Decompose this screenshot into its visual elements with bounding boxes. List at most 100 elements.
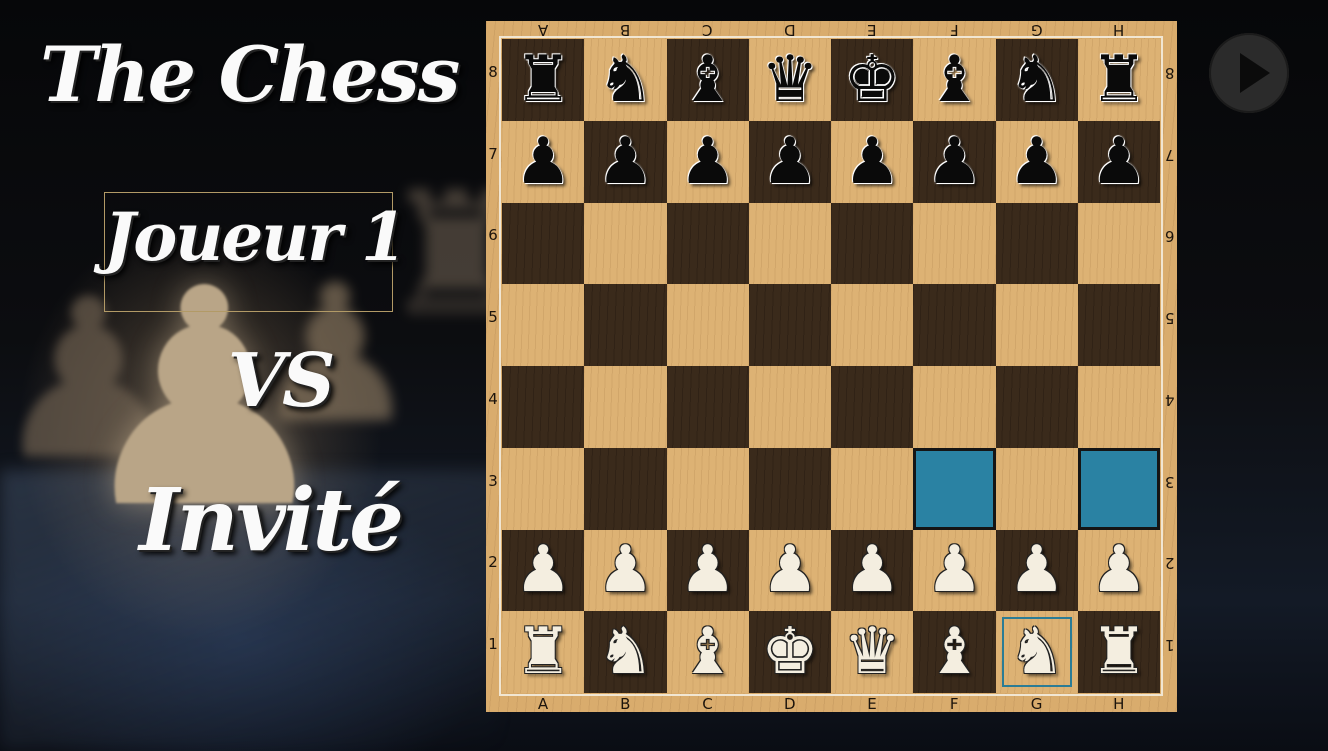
square-h3[interactable] <box>1077 447 1160 530</box>
square-g8[interactable]: ♞ <box>995 39 1078 121</box>
square-a5[interactable] <box>502 284 585 366</box>
square-b8[interactable]: ♞ <box>584 39 667 121</box>
square-e1[interactable]: ♛ <box>831 611 914 693</box>
square-f5[interactable] <box>913 284 996 366</box>
white-knight-icon[interactable]: ♞ <box>1008 620 1065 684</box>
black-rook-icon[interactable]: ♜ <box>1090 48 1147 112</box>
square-a7[interactable]: ♟ <box>502 120 585 203</box>
square-h6[interactable] <box>1077 202 1160 285</box>
black-pawn-icon[interactable]: ♟ <box>1090 130 1147 194</box>
white-pawn-icon[interactable]: ♟ <box>1008 538 1065 602</box>
black-knight-icon[interactable]: ♞ <box>597 48 654 112</box>
square-b5[interactable] <box>584 284 667 366</box>
white-bishop-icon[interactable]: ♝ <box>926 620 983 684</box>
square-f8[interactable]: ♝ <box>913 39 996 121</box>
square-b2[interactable]: ♟ <box>584 529 667 612</box>
square-d1[interactable]: ♚ <box>748 611 831 693</box>
white-pawn-icon[interactable]: ♟ <box>514 538 571 602</box>
square-d2[interactable]: ♟ <box>748 529 831 612</box>
white-bishop-icon[interactable]: ♝ <box>679 620 736 684</box>
square-b6[interactable] <box>584 202 667 285</box>
square-a1[interactable]: ♜ <box>502 611 585 693</box>
square-g2[interactable]: ♟ <box>995 529 1078 612</box>
square-e4[interactable] <box>831 366 914 448</box>
square-h2[interactable]: ♟ <box>1077 529 1160 612</box>
square-b7[interactable]: ♟ <box>584 120 667 203</box>
square-b1[interactable]: ♞ <box>584 611 667 693</box>
square-c4[interactable] <box>666 366 749 448</box>
black-pawn-icon[interactable]: ♟ <box>514 130 571 194</box>
square-h1[interactable]: ♜ <box>1077 611 1160 693</box>
square-c2[interactable]: ♟ <box>666 529 749 612</box>
square-a6[interactable] <box>502 202 585 285</box>
square-a4[interactable] <box>502 366 585 448</box>
square-g3[interactable] <box>995 447 1078 530</box>
square-e7[interactable]: ♟ <box>831 120 914 203</box>
square-f6[interactable] <box>913 202 996 285</box>
white-queen-icon[interactable]: ♛ <box>843 620 900 684</box>
white-pawn-icon[interactable]: ♟ <box>843 538 900 602</box>
white-pawn-icon[interactable]: ♟ <box>926 538 983 602</box>
square-d3[interactable] <box>748 447 831 530</box>
square-c8[interactable]: ♝ <box>666 39 749 121</box>
square-g4[interactable] <box>995 366 1078 448</box>
chess-board[interactable]: ♜ ♞ ♝ ♛ ♚ ♝ ♞ ♜ ♟ ♟ ♟ ♟ ♟ ♟ ♟ ♟ ♟ ♟ ♟ ♟ ♟ ♟ ♟ ♟ ♜ ♞ ♝ ♚ ♛ ♝ ♞ ♜ <box>502 39 1160 693</box>
square-c1[interactable]: ♝ <box>666 611 749 693</box>
square-d4[interactable] <box>748 366 831 448</box>
white-pawn-icon[interactable]: ♟ <box>597 538 654 602</box>
black-knight-icon[interactable]: ♞ <box>1008 48 1065 112</box>
square-g7[interactable]: ♟ <box>995 120 1078 203</box>
square-h5[interactable] <box>1077 284 1160 366</box>
square-d5[interactable] <box>748 284 831 366</box>
square-h8[interactable]: ♜ <box>1077 39 1160 121</box>
white-king-icon[interactable]: ♚ <box>761 620 818 684</box>
white-pawn-icon[interactable]: ♟ <box>679 538 736 602</box>
white-knight-icon[interactable]: ♞ <box>597 620 654 684</box>
square-f2[interactable]: ♟ <box>913 529 996 612</box>
square-c3[interactable] <box>666 447 749 530</box>
black-pawn-icon[interactable]: ♟ <box>843 130 900 194</box>
square-h7[interactable]: ♟ <box>1077 120 1160 203</box>
square-e8[interactable]: ♚ <box>831 39 914 121</box>
square-f4[interactable] <box>913 366 996 448</box>
square-e6[interactable] <box>831 202 914 285</box>
square-a2[interactable]: ♟ <box>502 529 585 612</box>
rank-label: 1 <box>1165 636 1175 655</box>
square-f3[interactable] <box>913 447 996 530</box>
white-rook-icon[interactable]: ♜ <box>514 620 571 684</box>
square-d6[interactable] <box>748 202 831 285</box>
black-king-icon[interactable]: ♚ <box>843 48 900 112</box>
black-bishop-icon[interactable]: ♝ <box>926 48 983 112</box>
white-rook-icon[interactable]: ♜ <box>1090 620 1147 684</box>
square-f1[interactable]: ♝ <box>913 611 996 693</box>
square-b3[interactable] <box>584 447 667 530</box>
square-e3[interactable] <box>831 447 914 530</box>
square-g1[interactable]: ♞ <box>995 611 1078 693</box>
square-b4[interactable] <box>584 366 667 448</box>
white-pawn-icon[interactable]: ♟ <box>1090 538 1147 602</box>
black-queen-icon[interactable]: ♛ <box>761 48 818 112</box>
square-c7[interactable]: ♟ <box>666 120 749 203</box>
square-g6[interactable] <box>995 202 1078 285</box>
black-pawn-icon[interactable]: ♟ <box>679 130 736 194</box>
square-a8[interactable]: ♜ <box>502 39 585 121</box>
square-e5[interactable] <box>831 284 914 366</box>
square-e2[interactable]: ♟ <box>831 529 914 612</box>
square-c6[interactable] <box>666 202 749 285</box>
square-f7[interactable]: ♟ <box>913 120 996 203</box>
white-pawn-icon[interactable]: ♟ <box>761 538 818 602</box>
square-h4[interactable] <box>1077 366 1160 448</box>
square-g5[interactable] <box>995 284 1078 366</box>
black-pawn-icon[interactable]: ♟ <box>597 130 654 194</box>
black-bishop-icon[interactable]: ♝ <box>679 48 736 112</box>
square-d7[interactable]: ♟ <box>748 120 831 203</box>
file-label: E <box>867 21 877 39</box>
square-d8[interactable]: ♛ <box>748 39 831 121</box>
square-a3[interactable] <box>502 447 585 530</box>
black-pawn-icon[interactable]: ♟ <box>1008 130 1065 194</box>
square-c5[interactable] <box>666 284 749 366</box>
black-pawn-icon[interactable]: ♟ <box>761 130 818 194</box>
black-rook-icon[interactable]: ♜ <box>514 48 571 112</box>
play-button[interactable] <box>1209 33 1289 113</box>
black-pawn-icon[interactable]: ♟ <box>926 130 983 194</box>
